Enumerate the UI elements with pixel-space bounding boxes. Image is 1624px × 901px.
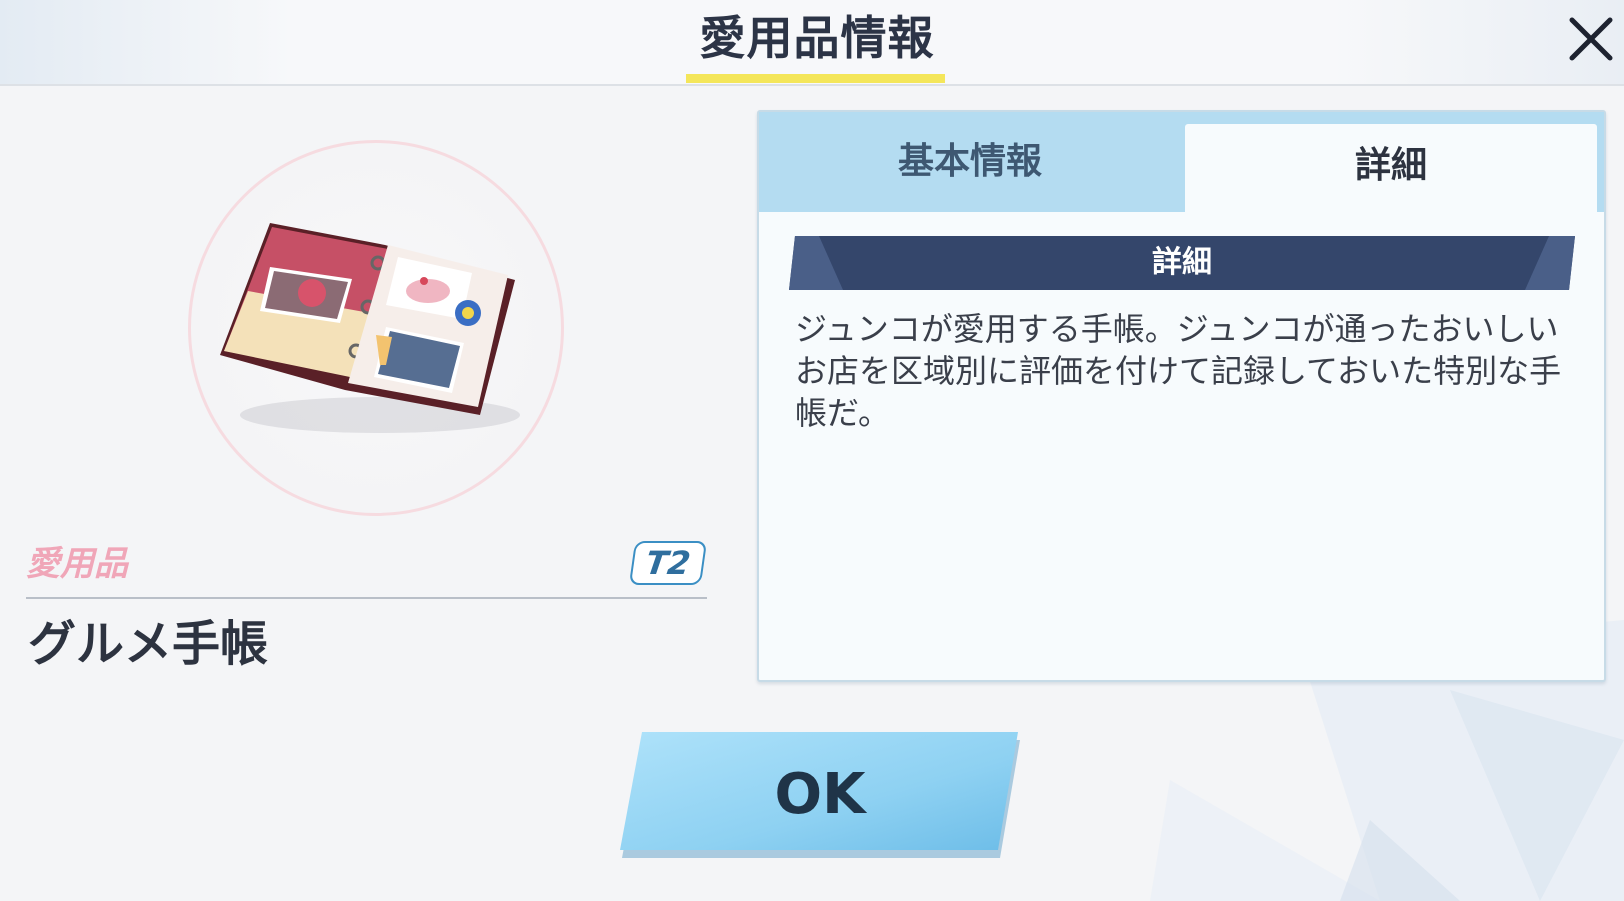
item-name: グルメ手帳: [28, 616, 269, 672]
ok-button[interactable]: [620, 732, 1020, 858]
divider: [26, 597, 707, 599]
info-panel: 基本情報 詳細 詳細 ジュンコが愛用する手帳。ジュンコが通ったおいしいお店を区域…: [757, 110, 1606, 682]
section-title: 詳細: [1152, 245, 1212, 280]
title-underline: [686, 74, 945, 83]
item-description: ジュンコが愛用する手帳。ジュンコが通ったおいしいお店を区域別に評価を付けて記録し…: [795, 310, 1562, 432]
page-title: 愛用品情報: [699, 11, 935, 65]
close-button[interactable]: [1564, 12, 1618, 66]
tab-detail[interactable]: 詳細: [1185, 124, 1597, 212]
close-icon: [1569, 17, 1613, 61]
tab-bar: 基本情報 詳細: [759, 112, 1604, 212]
category-label: 愛用品: [26, 544, 128, 584]
tier-badge: T2: [628, 541, 708, 585]
notebook-icon: [220, 223, 520, 433]
tab-basic-info[interactable]: 基本情報: [759, 112, 1181, 212]
